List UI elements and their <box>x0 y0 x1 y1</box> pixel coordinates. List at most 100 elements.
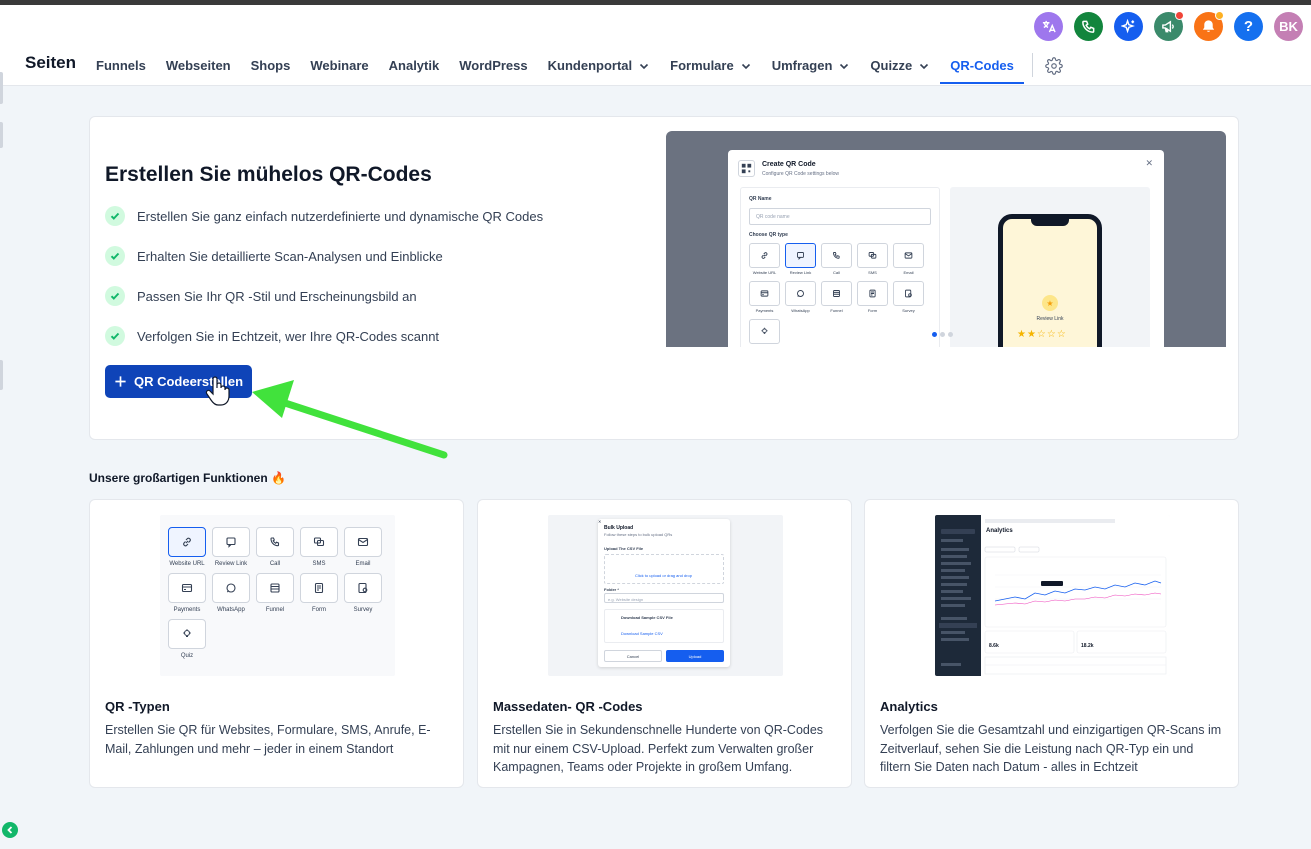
hero-preview-image: Create QR Code Configure QR Code setting… <box>666 131 1226 347</box>
upload-dropzone: Click to upload or drag and drop <box>604 554 724 584</box>
type-label: Call <box>269 561 281 567</box>
tab-analytik[interactable]: Analytik <box>379 45 450 86</box>
tab-wordpress[interactable]: WordPress <box>449 45 537 86</box>
type-tile: Funnel <box>821 281 852 316</box>
hero-card: Erstellen Sie mühelos QR-Codes Erstellen… <box>89 116 1239 440</box>
avatar[interactable]: BK <box>1274 12 1303 41</box>
feature-text: Erhalten Sie detaillierte Scan-Analysen … <box>137 248 443 264</box>
type-label: WhatsApp <box>791 308 810 313</box>
type-label: Call <box>833 270 840 275</box>
gear-icon <box>1045 56 1063 75</box>
phone-icon[interactable] <box>1074 12 1103 41</box>
carousel-dots[interactable] <box>932 332 953 337</box>
tab-formulare[interactable]: Formulare <box>660 45 762 86</box>
review-icon <box>226 537 236 548</box>
nav-divider <box>1031 53 1033 77</box>
card-description: Erstellen Sie in Sekundenschnelle Hunder… <box>493 723 824 774</box>
type-label: Survey <box>353 607 373 613</box>
funnel-icon <box>833 290 840 297</box>
create-qr-code-button[interactable]: QR Codeerstellen <box>105 365 252 398</box>
bulk-subtitle: Follow these steps to bulk upload QRs <box>604 532 673 537</box>
folder-placeholder: e.g. Website design <box>608 597 644 602</box>
sparkle-icon[interactable] <box>1114 12 1143 41</box>
form-icon <box>869 289 876 298</box>
sidebar-toggle-button[interactable] <box>2 822 18 838</box>
survey-icon <box>358 582 368 594</box>
preview-modal: Create QR Code Configure QR Code setting… <box>728 150 1164 347</box>
top-icons: ? BK <box>1034 11 1303 41</box>
bell-icon[interactable] <box>1194 11 1224 41</box>
bulk-label: Folder * <box>604 587 619 592</box>
sidebar-edge[interactable] <box>0 360 3 390</box>
form-icon <box>314 582 324 594</box>
type-tile: Payments <box>168 573 206 617</box>
bulk-upload-mockup: Bulk Upload Follow these steps to bulk u… <box>598 519 730 667</box>
feature-card-qr-types: Website URL Review Link Call SMS Email P… <box>89 499 464 788</box>
payment-icon <box>181 583 193 593</box>
card-image: Analytics 8.6k 18.2k <box>935 515 1170 676</box>
button-label: QR Codeerstellen <box>133 374 244 389</box>
tab-label: WordPress <box>459 58 528 73</box>
header: ? BK Seiten Funnels Webseiten Shops Webi… <box>0 5 1311 86</box>
survey-icon <box>905 289 912 298</box>
type-tile: Call <box>256 527 294 571</box>
settings-button[interactable] <box>1045 45 1063 86</box>
hero-title: Erstellen Sie mühelos QR-Codes <box>105 163 432 186</box>
sms-icon <box>313 537 325 547</box>
tab-kundenportal[interactable]: Kundenportal <box>538 45 661 86</box>
preview-input: QR code name <box>749 208 931 225</box>
sidebar-edge[interactable] <box>0 122 3 148</box>
phone-icon <box>833 252 840 259</box>
tab-shops[interactable]: Shops <box>241 45 301 86</box>
tab-webseiten[interactable]: Webseiten <box>156 45 241 86</box>
megaphone-icon[interactable] <box>1154 11 1184 41</box>
sidebar-edge[interactable] <box>0 72 3 104</box>
type-label: Review Link <box>789 270 812 275</box>
type-tile: SMS <box>857 243 888 278</box>
sample-box: Download Sample CSV File Download Sample… <box>604 609 724 643</box>
card-title: Analytics <box>880 699 938 714</box>
type-label: Payments <box>755 308 774 313</box>
type-label: Email <box>903 270 914 275</box>
help-icon[interactable]: ? <box>1234 12 1263 41</box>
preview-form: QR Name QR code name Choose QR type Webs… <box>740 187 940 347</box>
card-title: Massedaten- QR -Codes <box>493 699 643 714</box>
tab-label: Quizze <box>870 58 913 73</box>
type-label: Quiz <box>180 653 194 659</box>
type-label: Email <box>355 561 371 567</box>
check-icon <box>105 206 125 226</box>
translate-icon[interactable] <box>1034 12 1063 41</box>
tab-qr-codes[interactable]: QR-Codes <box>940 45 1024 86</box>
funnel-icon <box>270 583 280 593</box>
bulk-label: Upload The CSV File <box>604 546 644 551</box>
tab-quizze[interactable]: Quizze <box>860 45 940 86</box>
sample-link: Download Sample CSV <box>621 631 663 636</box>
type-label: WhatsApp <box>217 607 245 613</box>
type-label: SMS <box>868 270 877 275</box>
qr-icon <box>738 160 755 177</box>
phone-icon <box>270 537 280 547</box>
card-image: Bulk Upload Follow these steps to bulk u… <box>548 515 783 676</box>
card-description: Verfolgen Sie die Gesamtzahl und einziga… <box>880 723 1222 774</box>
tab-funnels[interactable]: Funnels <box>86 45 156 86</box>
check-icon <box>105 326 125 346</box>
mock-stat: 8.6k <box>989 643 999 649</box>
link-icon <box>183 537 191 547</box>
type-label: Funnel <box>265 607 285 613</box>
tab-webinare[interactable]: Webinare <box>300 45 378 86</box>
card-description: Erstellen Sie QR für Websites, Formulare… <box>105 723 431 756</box>
page-title: Seiten <box>25 53 77 72</box>
tab-label: QR-Codes <box>950 58 1014 73</box>
mock-sidebar <box>935 515 981 676</box>
feature-list: Erstellen Sie ganz einfach nutzerdefinie… <box>105 206 543 366</box>
tab-umfragen[interactable]: Umfragen <box>762 45 861 86</box>
type-label: Website URL <box>752 270 777 275</box>
feature-text: Passen Sie Ihr QR -Stil und Erscheinungs… <box>137 288 417 304</box>
tab-label: Formulare <box>670 58 734 73</box>
card-title: QR -Typen <box>105 699 170 714</box>
type-label: Review Link <box>214 561 248 567</box>
payment-icon <box>760 290 769 297</box>
feature-text: Erstellen Sie ganz einfach nutzerdefinie… <box>137 208 544 224</box>
nav-tabs: Funnels Webseiten Shops Webinare Analyti… <box>86 45 1063 86</box>
sample-title: Download Sample CSV File <box>621 615 673 620</box>
